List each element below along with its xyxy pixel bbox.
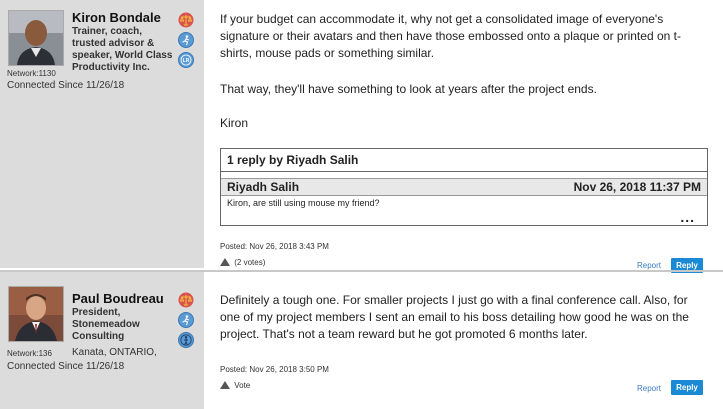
vote-count: (2 votes) (234, 258, 266, 267)
reply-author[interactable]: Riyadh Salih (227, 180, 299, 194)
runner-badge-icon (178, 32, 194, 48)
network-count: Network:136 (7, 349, 52, 358)
posted-timestamp: Posted: Nov 26, 2018 3:43 PM (220, 242, 329, 251)
svg-text:LR: LR (183, 58, 190, 64)
post-paragraph: Definitely a tough one. For smaller proj… (220, 293, 689, 341)
upvote-arrow-icon[interactable] (220, 381, 230, 389)
avatar[interactable] (8, 286, 64, 342)
reply-meta: Riyadh Salih Nov 26, 2018 11:37 PM (221, 178, 707, 196)
post-signature: Kiron (220, 116, 249, 130)
vote-control[interactable]: (2 votes) (220, 258, 265, 267)
network-count: Network:1130 (7, 69, 56, 78)
author-sidebar: Network:136 Paul Boudreau President, Sto… (0, 272, 204, 409)
vote-control[interactable]: Vote (220, 381, 250, 390)
person-badge-icon (178, 332, 194, 348)
scales-badge-icon (178, 12, 194, 28)
author-location: Kanata, ONTARIO, (72, 347, 157, 358)
post-2: Network:136 Paul Boudreau President, Sto… (0, 270, 723, 409)
report-link[interactable]: Report (637, 261, 661, 270)
more-options-button[interactable]: ... (680, 209, 695, 225)
connected-since: Connected Since 11/26/18 (7, 361, 125, 372)
posted-timestamp: Posted: Nov 26, 2018 3:50 PM (220, 365, 329, 374)
post-paragraph: If your budget can accommodate it, why n… (220, 12, 681, 60)
upvote-arrow-icon[interactable] (220, 258, 230, 266)
reply-date: Nov 26, 2018 11:37 PM (573, 180, 701, 194)
author-name[interactable]: Paul Boudreau (72, 291, 164, 306)
author-title: President, Stonemeadow Consulting (72, 307, 140, 342)
report-link[interactable]: Report (637, 384, 661, 393)
post-1: Network:1130 Kiron Bondale Trainer, coac… (0, 0, 723, 273)
reply-text: Kiron, are still using mouse my friend? (227, 198, 380, 208)
avatar[interactable] (8, 10, 64, 66)
post-paragraph: That way, they'll have something to look… (220, 82, 597, 96)
reply-button[interactable]: Reply (671, 380, 703, 395)
author-name[interactable]: Kiron Bondale (72, 10, 161, 25)
reply-thread: 1 reply by Riyadh Salih Riyadh Salih Nov… (220, 148, 708, 226)
author-title: Trainer, coach, trusted advisor & speake… (72, 26, 173, 73)
runner-badge-icon (178, 312, 194, 328)
connected-since: Connected Since 11/26/18 (7, 80, 125, 91)
author-sidebar: Network:1130 Kiron Bondale Trainer, coac… (0, 0, 204, 268)
scales-badge-icon (178, 292, 194, 308)
vote-label[interactable]: Vote (234, 381, 250, 390)
certification-badge-icon: LR (178, 52, 194, 68)
reply-thread-header[interactable]: 1 reply by Riyadh Salih (221, 149, 707, 172)
